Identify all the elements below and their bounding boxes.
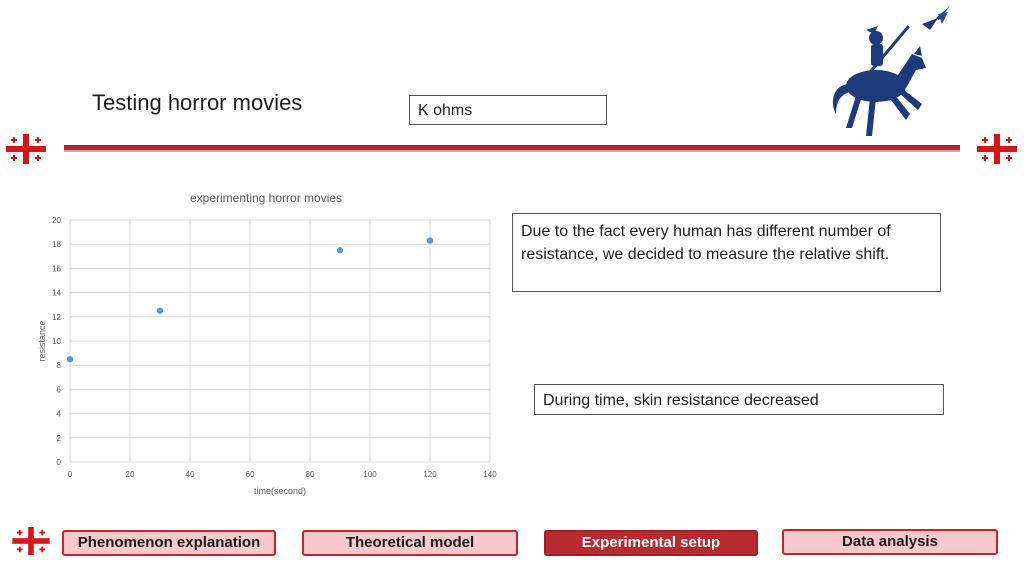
x-tick-label: 0 (68, 470, 73, 479)
nav-experimental-setup-button[interactable]: Experimental setup (544, 530, 758, 556)
x-axis-label: time(second) (254, 486, 306, 496)
nav-theoretical-model-button[interactable]: Theoretical model (302, 530, 518, 556)
georgian-flag-icon (12, 527, 50, 555)
header-divider-shadow (64, 150, 960, 152)
chart-title: experimenting horror movies (190, 191, 342, 205)
y-tick-label: 8 (57, 361, 62, 370)
data-point (426, 237, 434, 244)
x-tick-label: 120 (423, 470, 437, 479)
nav-data-analysis-button[interactable]: Data analysis (782, 529, 998, 555)
y-tick-label: 2 (57, 434, 62, 443)
unit-label-box: K ohms (409, 95, 607, 125)
y-tick-label: 16 (52, 264, 61, 273)
y-tick-label: 12 (52, 313, 61, 322)
georgian-flag-icon (6, 134, 46, 164)
knight-logo-icon (832, 6, 950, 136)
y-tick-label: 0 (57, 458, 62, 467)
x-tick-label: 20 (126, 470, 135, 479)
conclusion-text-box: During time, skin resistance decreased (534, 384, 944, 415)
y-tick-label: 10 (52, 337, 61, 346)
georgian-flag-icon (977, 134, 1017, 164)
y-tick-label: 14 (52, 289, 61, 298)
x-tick-label: 40 (186, 470, 195, 479)
data-point (336, 247, 344, 254)
x-tick-label: 60 (246, 470, 255, 479)
y-axis-label: resistance (37, 320, 47, 361)
resistance-scatter-chart: experimenting horror movies 0 2 4 6 8 10 12 14 1… (37, 191, 497, 496)
x-tick-label: 100 (363, 470, 377, 479)
y-tick-label: 18 (52, 240, 61, 249)
explanation-text-box: Due to the fact every human has differen… (512, 213, 941, 292)
nav-phenomenon-explanation-button[interactable]: Phenomenon explanation (62, 530, 276, 556)
x-tick-label: 140 (483, 470, 497, 479)
slide-title: Testing horror movies (92, 90, 303, 115)
y-tick-label: 6 (57, 385, 62, 394)
y-tick-label: 20 (52, 216, 61, 225)
data-point (66, 355, 74, 363)
y-tick-label: 4 (57, 410, 62, 419)
x-tick-label: 80 (306, 470, 315, 479)
data-point (156, 307, 164, 314)
